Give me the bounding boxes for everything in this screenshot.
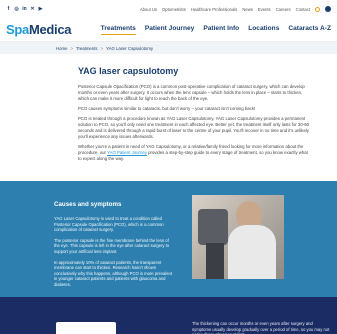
intro-paragraph: PCO causes symptoms similar to cataracts… — [78, 106, 256, 111]
nav-treatments[interactable]: Treatments — [100, 25, 136, 35]
x-icon[interactable]: ✕ — [30, 6, 35, 12]
top-bar: f ◎ in ✕ ▶ About Us Optometrists Healthc… — [0, 0, 337, 18]
eye-exam-photo — [192, 195, 284, 279]
main-nav-links: Treatments Patient Journey Patient Info … — [100, 25, 331, 35]
symptoms-paragraph: The thickening can occur months or even … — [192, 321, 330, 334]
utility-link-news[interactable]: News — [242, 7, 252, 12]
youtube-icon[interactable]: ▶ — [38, 6, 43, 12]
page-title: YAG laser capsulotomy — [78, 66, 179, 76]
nav-locations[interactable]: Locations — [248, 25, 279, 34]
photo-equipment — [198, 209, 228, 245]
photo-body — [228, 225, 276, 279]
nav-patient-info[interactable]: Patient Info — [203, 25, 239, 34]
nav-patient-journey[interactable]: Patient Journey — [145, 25, 194, 34]
nav-cataracts-a-z[interactable]: Cataracts A-Z — [288, 25, 331, 34]
symptoms-section: The thickening can occur months or even … — [0, 297, 337, 334]
causes-paragraph: In approximately 10% of cataract patient… — [54, 259, 173, 287]
causes-paragraph: The posterior capsule is the fine membra… — [54, 237, 170, 254]
photo-equipment-stand — [206, 243, 224, 279]
breadcrumb-treatments[interactable]: Treatments — [76, 46, 98, 51]
causes-text: Causes and symptoms YAG Laser Capsulotom… — [54, 201, 172, 293]
breadcrumb: Home > Treatments > YAG Laser Capsulotom… — [0, 42, 337, 54]
linkedin-icon[interactable]: in — [22, 6, 27, 12]
causes-heading: Causes and symptoms — [54, 201, 122, 208]
utility-link-optometrists[interactable]: Optometrists — [162, 7, 186, 12]
utility-link-healthcare[interactable]: Healthcare Professionals — [191, 7, 238, 12]
social-links: f ◎ in ✕ ▶ — [6, 6, 43, 12]
utility-link-about[interactable]: About Us — [140, 7, 157, 12]
account-icon[interactable] — [325, 6, 331, 12]
main-nav: SpaMedica Treatments Patient Journey Pat… — [0, 18, 337, 42]
breadcrumb-separator: > — [70, 45, 73, 51]
utility-link-careers[interactable]: Careers — [276, 7, 291, 12]
logo-spa: Spa — [6, 22, 29, 37]
spamedica-logo[interactable]: SpaMedica — [6, 22, 72, 37]
causes-paragraph: YAG Laser Capsulotomy is used to treat a… — [54, 216, 164, 233]
utility-link-contact[interactable]: Contact — [296, 7, 310, 12]
patient-journey-link[interactable]: YAG Patient Journey — [107, 150, 147, 155]
intro-paragraph: PCO is treated through a procedure known… — [78, 116, 309, 139]
intro-paragraph: Posterior Capsule Opacification (PCO) is… — [78, 84, 305, 101]
search-icon[interactable] — [315, 6, 320, 12]
instagram-icon[interactable]: ◎ — [14, 6, 19, 12]
breadcrumb-current: YAG Laser Capsulotomy — [106, 45, 154, 51]
breadcrumb-home[interactable]: Home — [56, 46, 67, 51]
logo-medica: Medica — [28, 22, 72, 37]
bottom-image-card — [56, 322, 116, 334]
facebook-icon[interactable]: f — [6, 6, 11, 12]
utility-link-events[interactable]: Events — [258, 7, 271, 12]
intro-content: YAG laser capsulotomy Posterior Capsule … — [78, 66, 310, 166]
utility-nav: About Us Optometrists Healthcare Profess… — [140, 6, 331, 12]
breadcrumb-separator: > — [100, 45, 104, 51]
causes-section: Causes and symptoms YAG Laser Capsulotom… — [0, 181, 337, 297]
intro-paragraph: Whether you're a patient in need of YAG … — [78, 144, 310, 162]
